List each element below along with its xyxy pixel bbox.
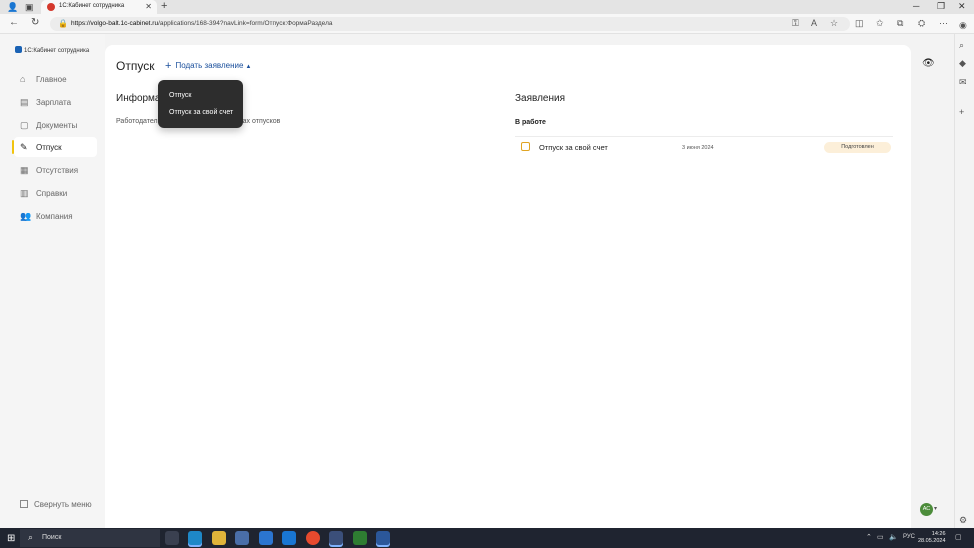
volume-icon[interactable]: 🔈 bbox=[889, 533, 898, 541]
sidebar-item-certificates[interactable]: ▥ Справки bbox=[14, 183, 97, 203]
new-tab-button[interactable]: + bbox=[161, 0, 167, 12]
tab-favicon-icon bbox=[47, 3, 55, 11]
address-bar[interactable]: 🔒 https://volgo-balt.1c-cabinet.ru/appli… bbox=[50, 17, 850, 31]
in-work-label: В работе bbox=[515, 119, 546, 126]
submit-dropdown-menu: Отпуск Отпуск за свой счет bbox=[158, 80, 243, 128]
eye-icon[interactable]: 👁 bbox=[922, 58, 935, 69]
chevron-down-icon[interactable]: ▾ bbox=[934, 505, 937, 512]
favorite-star-icon[interactable]: ☆ bbox=[830, 18, 838, 29]
browser-toolbar: ← ↻ 🔒 https://volgo-balt.1c-cabinet.ru/a… bbox=[0, 14, 974, 34]
application-date: 3 июня 2024 bbox=[682, 145, 714, 151]
refresh-icon[interactable]: ↻ bbox=[31, 17, 39, 28]
app-sidebar: 1С:Кабинет сотрудника ⌂ Главное ▤ Зарпла… bbox=[0, 34, 105, 528]
copilot-icon[interactable]: ◉ bbox=[959, 20, 967, 31]
browser-tab[interactable]: 1С:Кабинет сотрудника ✕ bbox=[41, 0, 157, 14]
menu-item-vacation[interactable]: Отпуск bbox=[169, 92, 191, 99]
absence-icon: ▦ bbox=[20, 165, 29, 175]
teams-icon[interactable] bbox=[282, 531, 296, 545]
task-view-icon[interactable] bbox=[165, 531, 179, 545]
logo-icon bbox=[15, 46, 22, 53]
settings-icon[interactable]: ⚙ bbox=[959, 515, 967, 526]
application-name: Отпуск за свой счет bbox=[539, 143, 608, 152]
extensions-icon[interactable]: ⛭ bbox=[918, 18, 925, 29]
language-indicator[interactable]: РУС bbox=[903, 534, 915, 540]
app-logo[interactable]: 1С:Кабинет сотрудника bbox=[15, 46, 89, 54]
browser-tab-strip: 👤 ▣ 1С:Кабинет сотрудника ✕ + ─ ❐ ✕ bbox=[0, 0, 974, 14]
profile-icon[interactable]: 👤 bbox=[7, 2, 18, 13]
outlook-icon[interactable]: ✉ bbox=[959, 77, 967, 88]
network-icon[interactable]: ▭ bbox=[877, 533, 884, 541]
taskbar-search[interactable]: ⌕ Поиск bbox=[20, 529, 160, 547]
collapse-icon bbox=[20, 500, 28, 508]
read-aloud-icon[interactable]: A bbox=[811, 18, 817, 28]
yandex-browser-icon[interactable] bbox=[306, 531, 320, 545]
company-icon: 👥 bbox=[20, 211, 32, 221]
page-title: Отпуск bbox=[116, 59, 155, 73]
main-content: Отпуск + Подать заявление ▲ Информа Работо… bbox=[105, 45, 911, 528]
application-row[interactable]: Отпуск за свой счет 3 июня 2024 Подготов… bbox=[515, 136, 893, 157]
home-icon: ⌂ bbox=[20, 74, 26, 84]
clock[interactable]: 14:26 28.05.2024 bbox=[918, 531, 946, 545]
menu-item-unpaid-vacation[interactable]: Отпуск за свой счет bbox=[169, 109, 233, 116]
tab-close-icon[interactable]: ✕ bbox=[145, 2, 152, 11]
collections-icon[interactable]: ⧉ bbox=[897, 18, 903, 29]
file-explorer-icon[interactable] bbox=[212, 531, 226, 545]
windows-start-icon[interactable]: ⊞ bbox=[7, 533, 15, 544]
tray-chevron-icon[interactable]: ⌃ bbox=[866, 533, 872, 541]
calendar-icon bbox=[521, 142, 530, 151]
yandex-icon[interactable] bbox=[329, 531, 343, 545]
calculator-icon[interactable] bbox=[353, 531, 367, 545]
sidebar-item-company[interactable]: 👥 Компания bbox=[14, 206, 97, 226]
sidebar-item-main[interactable]: ⌂ Главное bbox=[14, 69, 97, 89]
store-icon[interactable] bbox=[235, 531, 249, 545]
tab-title: 1С:Кабинет сотрудника bbox=[59, 3, 125, 9]
restore-icon[interactable]: ❐ bbox=[937, 1, 945, 12]
avatar[interactable]: АС bbox=[920, 503, 933, 516]
taskbar: ⊞ ⌕ Поиск ⌃ ▭ 🔈 РУС 14:26 28.05.2024 ▢ bbox=[0, 528, 974, 548]
browser-sidebar: ◉ ⌕ ◆ ✉ + ⚙ bbox=[954, 20, 974, 528]
close-window-icon[interactable]: ✕ bbox=[958, 1, 966, 12]
favorites-icon[interactable]: ✩ bbox=[876, 18, 884, 29]
add-sidebar-icon[interactable]: + bbox=[959, 107, 964, 117]
status-badge: Подготовлен bbox=[824, 142, 891, 153]
wallet-icon: ▤ bbox=[20, 97, 29, 107]
chevron-up-icon: ▲ bbox=[245, 64, 252, 70]
split-screen-icon[interactable]: ◫ bbox=[855, 18, 864, 29]
back-icon[interactable]: ← bbox=[9, 17, 19, 28]
vacation-icon: ✎ bbox=[20, 142, 28, 152]
search-icon: ⌕ bbox=[28, 532, 34, 542]
extension-icon[interactable]: ◆ bbox=[959, 58, 966, 69]
more-menu-icon[interactable]: ⋯ bbox=[939, 18, 948, 29]
sidebar-item-absences[interactable]: ▦ Отсутствия bbox=[14, 160, 97, 180]
word-icon[interactable] bbox=[376, 531, 390, 545]
sidebar-item-salary[interactable]: ▤ Зарплата bbox=[14, 92, 97, 112]
lock-icon: 🔒 bbox=[58, 19, 68, 28]
search-icon[interactable]: ⌕ bbox=[959, 40, 964, 51]
sidebar-item-vacation[interactable]: ✎ Отпуск bbox=[12, 137, 97, 157]
plus-icon: + bbox=[165, 60, 172, 72]
submit-application-button[interactable]: + Подать заявление ▲ bbox=[165, 60, 251, 72]
mail-icon[interactable] bbox=[259, 531, 273, 545]
certificate-icon: ▥ bbox=[20, 188, 29, 198]
info-section-title: Информа bbox=[116, 93, 161, 104]
workspaces-icon[interactable]: ▣ bbox=[25, 2, 34, 13]
collapse-menu-button[interactable]: Свернуть меню bbox=[20, 500, 92, 509]
document-icon: ▢ bbox=[20, 120, 29, 130]
edge-browser-icon[interactable] bbox=[188, 531, 202, 545]
sidebar-item-documents[interactable]: ▢ Документы bbox=[14, 115, 97, 135]
minimize-icon[interactable]: ─ bbox=[913, 1, 919, 11]
applications-title: Заявления bbox=[515, 93, 566, 104]
url-text: https://volgo-balt.1c-cabinet.ru/applica… bbox=[71, 20, 333, 27]
key-icon[interactable]: ⚿ bbox=[792, 18, 799, 29]
notifications-icon[interactable]: ▢ bbox=[955, 533, 962, 541]
